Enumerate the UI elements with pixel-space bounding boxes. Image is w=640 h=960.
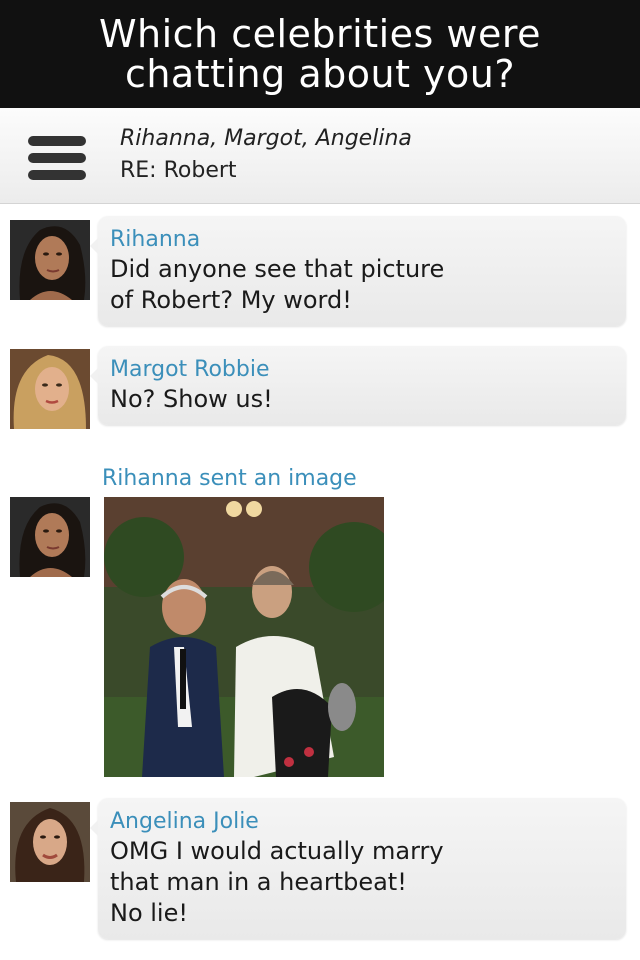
avatar-rihanna[interactable] bbox=[10, 220, 90, 300]
sender-name[interactable]: Rihanna bbox=[110, 226, 614, 254]
banner-line-2: chatting about you? bbox=[124, 52, 516, 96]
message-text-line: that man in a heartbeat! bbox=[110, 868, 407, 896]
sender-name[interactable]: Margot Robbie bbox=[110, 356, 614, 384]
message-text-line: No lie! bbox=[110, 899, 188, 927]
conversation-header: Rihanna, Margot, Angelina RE: Robert bbox=[0, 108, 640, 204]
message-text-line: No? Show us! bbox=[110, 385, 273, 413]
conversation-participants: Rihanna, Margot, Angelina bbox=[120, 126, 412, 151]
conversation-subject: RE: Robert bbox=[120, 158, 237, 183]
sent-photo[interactable] bbox=[104, 497, 384, 777]
message-text-line: Did anyone see that picture bbox=[110, 255, 445, 283]
message-text-line: OMG I would actually marry bbox=[110, 837, 444, 865]
avatar-rihanna[interactable] bbox=[10, 497, 90, 577]
sender-name[interactable]: Angelina Jolie bbox=[110, 808, 614, 836]
hamburger-menu-icon[interactable] bbox=[28, 136, 86, 180]
message-bubble-angelina-jolie: Angelina Jolie OMG I would actually marr… bbox=[90, 798, 626, 939]
promo-banner: Which celebrities were chatting about yo… bbox=[0, 0, 640, 108]
banner-line-1: Which celebrities were bbox=[98, 12, 542, 56]
avatar-angelina-jolie[interactable] bbox=[10, 802, 90, 882]
avatar-margot-robbie[interactable] bbox=[10, 349, 90, 429]
message-bubble-margot-robbie: Margot Robbie No? Show us! bbox=[90, 346, 626, 425]
message-bubble-rihanna: Rihanna Did anyone see that picture of R… bbox=[90, 216, 626, 326]
image-message-label: Rihanna sent an image bbox=[102, 466, 357, 491]
message-text-line: of Robert? My word! bbox=[110, 286, 352, 314]
